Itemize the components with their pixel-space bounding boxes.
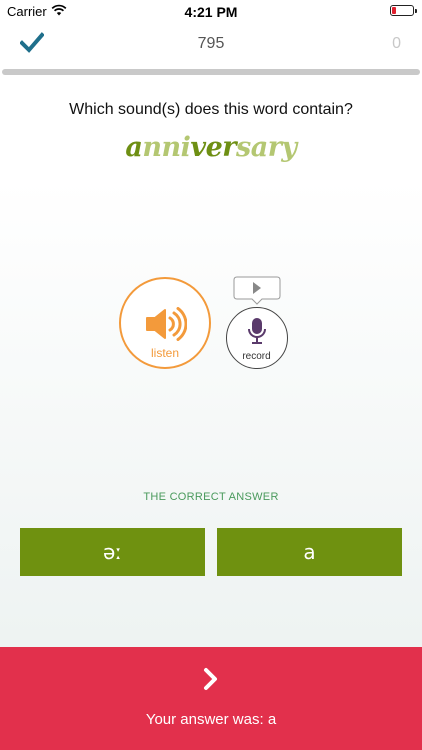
score-counter: 795 bbox=[197, 35, 225, 52]
progress-bar bbox=[2, 69, 420, 75]
mic-icon bbox=[248, 318, 266, 344]
continue-bar[interactable]: Your answer was: a bbox=[0, 647, 422, 750]
header: 795 0 bbox=[0, 22, 422, 66]
target-word[interactable]: anniversary bbox=[0, 132, 422, 163]
word-segment: ver bbox=[190, 132, 236, 163]
chevron-right-icon[interactable] bbox=[201, 667, 221, 691]
battery-icon bbox=[390, 5, 417, 16]
status-bar: Carrier 4:21 PM bbox=[0, 0, 422, 22]
question-text: Which sound(s) does this word contain? bbox=[69, 101, 353, 118]
your-answer-text: Your answer was: a bbox=[145, 711, 277, 728]
word-segment: sary bbox=[236, 132, 297, 163]
listen-button[interactable]: listen bbox=[119, 277, 211, 369]
playback-bubble[interactable] bbox=[232, 275, 282, 305]
word-segment: nni bbox=[142, 132, 191, 163]
answer-option[interactable]: a bbox=[217, 528, 402, 576]
screen: Carrier 4:21 PM 795 0 Which sound(s) doe… bbox=[0, 0, 422, 750]
correct-answer-label: THE CORRECT ANSWER bbox=[143, 491, 279, 503]
word-segment: a bbox=[125, 132, 143, 163]
record-label: record bbox=[242, 351, 271, 362]
answer-option[interactable]: əː bbox=[20, 528, 205, 576]
answer-count: 0 bbox=[392, 35, 401, 52]
status-time: 4:21 PM bbox=[184, 4, 238, 20]
listen-label: listen bbox=[150, 346, 179, 360]
record-button[interactable]: record bbox=[226, 307, 288, 369]
battery-level bbox=[392, 7, 396, 14]
speaker-icon bbox=[146, 307, 187, 341]
